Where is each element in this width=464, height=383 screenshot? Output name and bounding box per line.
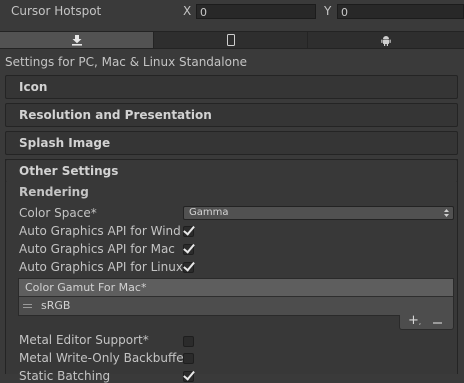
auto-api-linux-label: Auto Graphics API for Linux	[19, 260, 183, 274]
hotspot-x-input[interactable]: 0	[196, 4, 316, 19]
cursor-hotspot-row: Cursor Hotspot X 0 Y 0	[0, 0, 464, 22]
tab-ios[interactable]	[153, 32, 307, 48]
metal-write-only-label: Metal Write-Only Backbuffer	[19, 351, 189, 365]
rendering-heading: Rendering	[19, 185, 89, 199]
drag-handle-icon[interactable]	[23, 304, 32, 308]
metal-editor-support-checkbox[interactable]	[183, 336, 194, 347]
color-gamut-header: Color Gamut For Mac*	[19, 279, 453, 297]
hotspot-y-label: Y	[324, 4, 332, 18]
gamut-item-label: sRGB	[41, 299, 71, 312]
auto-api-windows-checkbox[interactable]	[183, 226, 194, 237]
section-other-settings[interactable]: Other Settings	[5, 159, 458, 182]
settings-title: Settings for PC, Mac & Linux Standalone	[5, 55, 247, 69]
tab-standalone[interactable]	[0, 32, 153, 48]
updown-arrows-icon	[444, 209, 449, 217]
tab-android[interactable]	[307, 32, 464, 48]
auto-api-linux-checkbox[interactable]	[183, 262, 194, 273]
cursor-hotspot-label: Cursor Hotspot	[11, 4, 102, 18]
color-space-value: Gamma	[189, 207, 229, 218]
add-plus-icon[interactable]: +,	[408, 314, 421, 329]
auto-api-mac-label: Auto Graphics API for Mac	[19, 242, 175, 256]
section-resolution[interactable]: Resolution and Presentation	[5, 103, 458, 127]
static-batching-checkbox[interactable]	[183, 371, 194, 382]
color-space-dropdown[interactable]: Gamma	[183, 206, 454, 220]
metal-editor-support-label: Metal Editor Support*	[19, 333, 149, 347]
android-icon	[381, 35, 391, 46]
hotspot-x-label: X	[183, 4, 192, 18]
platform-tab-bar	[0, 31, 464, 49]
auto-api-mac-checkbox[interactable]	[183, 244, 194, 255]
phone-icon	[226, 34, 235, 46]
section-icon[interactable]: Icon	[5, 75, 458, 99]
static-batching-label: Static Batching	[19, 369, 111, 383]
list-item[interactable]: sRGB	[19, 297, 453, 315]
color-space-label: Color Space*	[19, 206, 97, 220]
remove-minus-icon[interactable]	[433, 322, 442, 324]
auto-api-windows-label: Auto Graphics API for Windows	[19, 224, 180, 238]
metal-write-only-checkbox[interactable]	[183, 353, 194, 364]
color-gamut-list: Color Gamut For Mac* sRGB	[18, 278, 454, 316]
list-footer: +,	[399, 314, 454, 330]
section-splash[interactable]: Splash Image	[5, 131, 458, 155]
hotspot-y-input[interactable]: 0	[337, 4, 464, 19]
download-icon	[71, 34, 83, 46]
